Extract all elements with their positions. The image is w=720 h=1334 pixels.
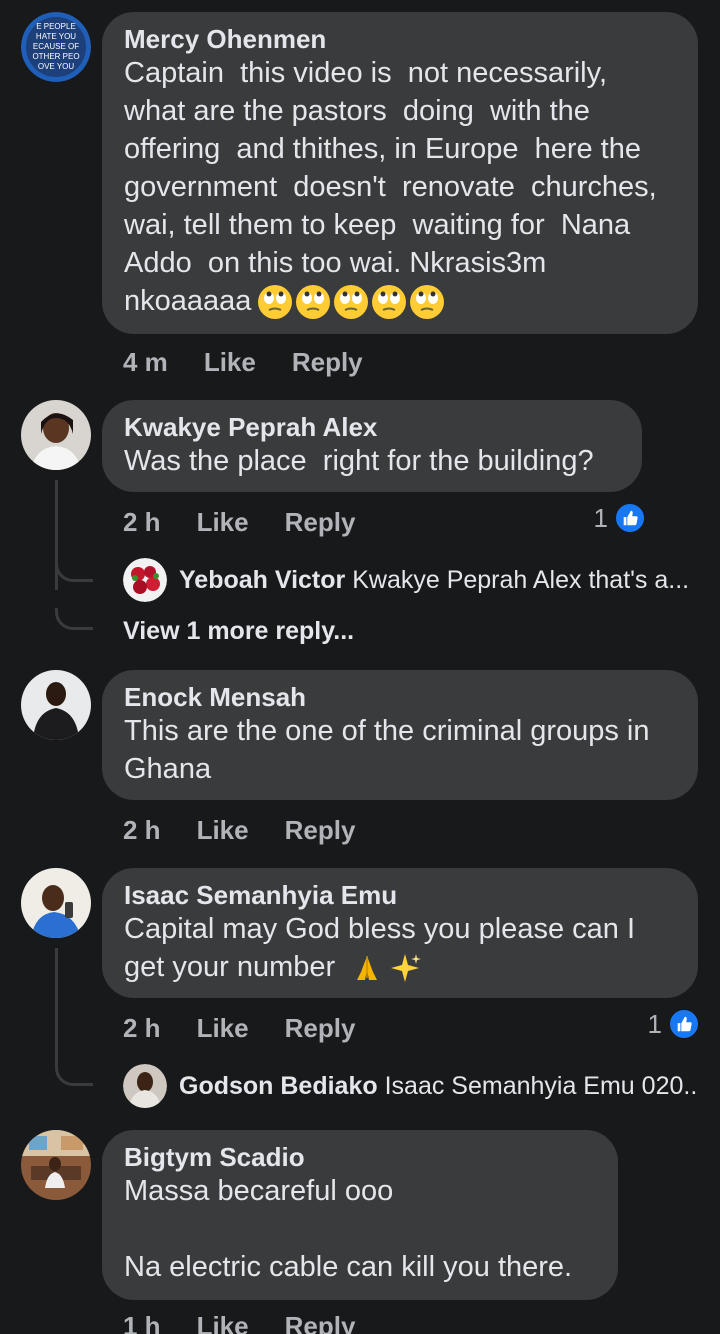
reply-author-name[interactable]: Yeboah Victor bbox=[179, 566, 345, 594]
eye-roll-emoji-icon bbox=[257, 284, 447, 320]
commenter-name[interactable]: Enock Mensah bbox=[124, 682, 676, 712]
svg-text:E PEOPLE: E PEOPLE bbox=[36, 22, 76, 31]
avatar-mercy-ohenmen[interactable]: E PEOPLE HATE YOU ECAUSE OF OTHER PEO OV… bbox=[21, 12, 91, 82]
thread-connector-curve bbox=[55, 560, 93, 582]
reply-body: Kwakye Peprah Alex that's a... bbox=[352, 566, 690, 594]
comment-bubble-enock[interactable]: Enock Mensah This are the one of the cri… bbox=[102, 670, 698, 800]
timestamp[interactable]: 4 m bbox=[123, 347, 168, 378]
reply-button[interactable]: Reply bbox=[292, 347, 363, 378]
reply-text: Yeboah Victor Kwakye Peprah Alex that's … bbox=[179, 564, 699, 596]
comment-text: Captain this video is not necessarily, w… bbox=[124, 54, 676, 320]
commenter-name[interactable]: Bigtym Scadio bbox=[124, 1142, 596, 1172]
comment-actions: 4 m Like Reply bbox=[123, 342, 399, 382]
avatar-enock-mensah[interactable] bbox=[21, 670, 91, 740]
avatar-godson-bediako[interactable] bbox=[123, 1064, 167, 1108]
reaction-summary[interactable]: 1 bbox=[648, 1008, 700, 1040]
svg-text:ECAUSE OF: ECAUSE OF bbox=[33, 42, 79, 51]
avatar-isaac-semanhyia-emu[interactable] bbox=[21, 868, 91, 938]
thread-connector-curve bbox=[55, 1064, 93, 1086]
comment-actions: 2 h Like Reply bbox=[123, 1008, 391, 1048]
like-button[interactable]: Like bbox=[197, 1311, 249, 1334]
like-button[interactable]: Like bbox=[197, 815, 249, 846]
comment-bubble-kwakye[interactable]: Kwakye Peprah Alex Was the place right f… bbox=[102, 400, 642, 492]
timestamp[interactable]: 2 h bbox=[123, 815, 161, 846]
avatar-bigtym-scadio[interactable] bbox=[21, 1130, 91, 1200]
reaction-count: 1 bbox=[593, 502, 608, 533]
thread-connector bbox=[55, 948, 58, 1068]
comment-bubble-bigtym[interactable]: Bigtym Scadio Massa becareful ooo Na ele… bbox=[102, 1130, 618, 1300]
sparkles-icon bbox=[391, 954, 422, 983]
comment-actions: 1 h Like Reply bbox=[123, 1306, 391, 1334]
reaction-count: 1 bbox=[647, 1008, 662, 1039]
thumbs-up-icon bbox=[668, 1008, 700, 1040]
comment-bubble-mercy[interactable]: Mercy Ohenmen Captain this video is not … bbox=[102, 12, 698, 334]
commenter-name[interactable]: Kwakye Peprah Alex bbox=[124, 412, 620, 442]
comment-text: This are the one of the criminal groups … bbox=[124, 715, 650, 785]
folded-hands-icon bbox=[357, 956, 378, 981]
reply-button[interactable]: Reply bbox=[285, 1311, 356, 1334]
comment-actions: 2 h Like Reply bbox=[123, 502, 391, 542]
timestamp[interactable]: 1 h bbox=[123, 1311, 161, 1334]
timestamp[interactable]: 2 h bbox=[123, 1013, 161, 1044]
reply-author-name[interactable]: Godson Bediako bbox=[179, 1072, 378, 1100]
view-more-replies-link[interactable]: View 1 more reply... bbox=[123, 617, 354, 646]
svg-text:OTHER PEO: OTHER PEO bbox=[32, 52, 79, 61]
comment-bubble-isaac[interactable]: Isaac Semanhyia Emu Capital may God bles… bbox=[102, 868, 698, 998]
timestamp[interactable]: 2 h bbox=[123, 507, 161, 538]
avatar-yeboah-victor[interactable] bbox=[123, 558, 167, 602]
like-button[interactable]: Like bbox=[204, 347, 256, 378]
reply-body: Isaac Semanhyia Emu 020... bbox=[384, 1072, 699, 1100]
svg-text:OVE YOU: OVE YOU bbox=[38, 62, 75, 71]
avatar-kwakye-peprah-alex[interactable] bbox=[21, 400, 91, 470]
comment-text: Capital may God bless you please can I g… bbox=[124, 910, 676, 986]
svg-text:HATE YOU: HATE YOU bbox=[36, 32, 76, 41]
comment-text: Was the place right for the building? bbox=[124, 445, 594, 477]
thumbs-up-icon bbox=[614, 502, 646, 534]
like-button[interactable]: Like bbox=[197, 507, 249, 538]
commenter-name[interactable]: Mercy Ohenmen bbox=[124, 24, 676, 54]
thread-connector-curve bbox=[55, 608, 93, 630]
comment-actions: 2 h Like Reply bbox=[123, 810, 391, 850]
commenter-name[interactable]: Isaac Semanhyia Emu bbox=[124, 880, 676, 910]
reply-button[interactable]: Reply bbox=[285, 507, 356, 538]
reaction-summary[interactable]: 1 bbox=[594, 502, 646, 534]
like-button[interactable]: Like bbox=[197, 1013, 249, 1044]
reply-button[interactable]: Reply bbox=[285, 815, 356, 846]
reply-button[interactable]: Reply bbox=[285, 1013, 356, 1044]
reply-text: Godson Bediako Isaac Semanhyia Emu 020..… bbox=[179, 1070, 699, 1102]
comment-text: Massa becareful ooo Na electric cable ca… bbox=[124, 1175, 573, 1283]
